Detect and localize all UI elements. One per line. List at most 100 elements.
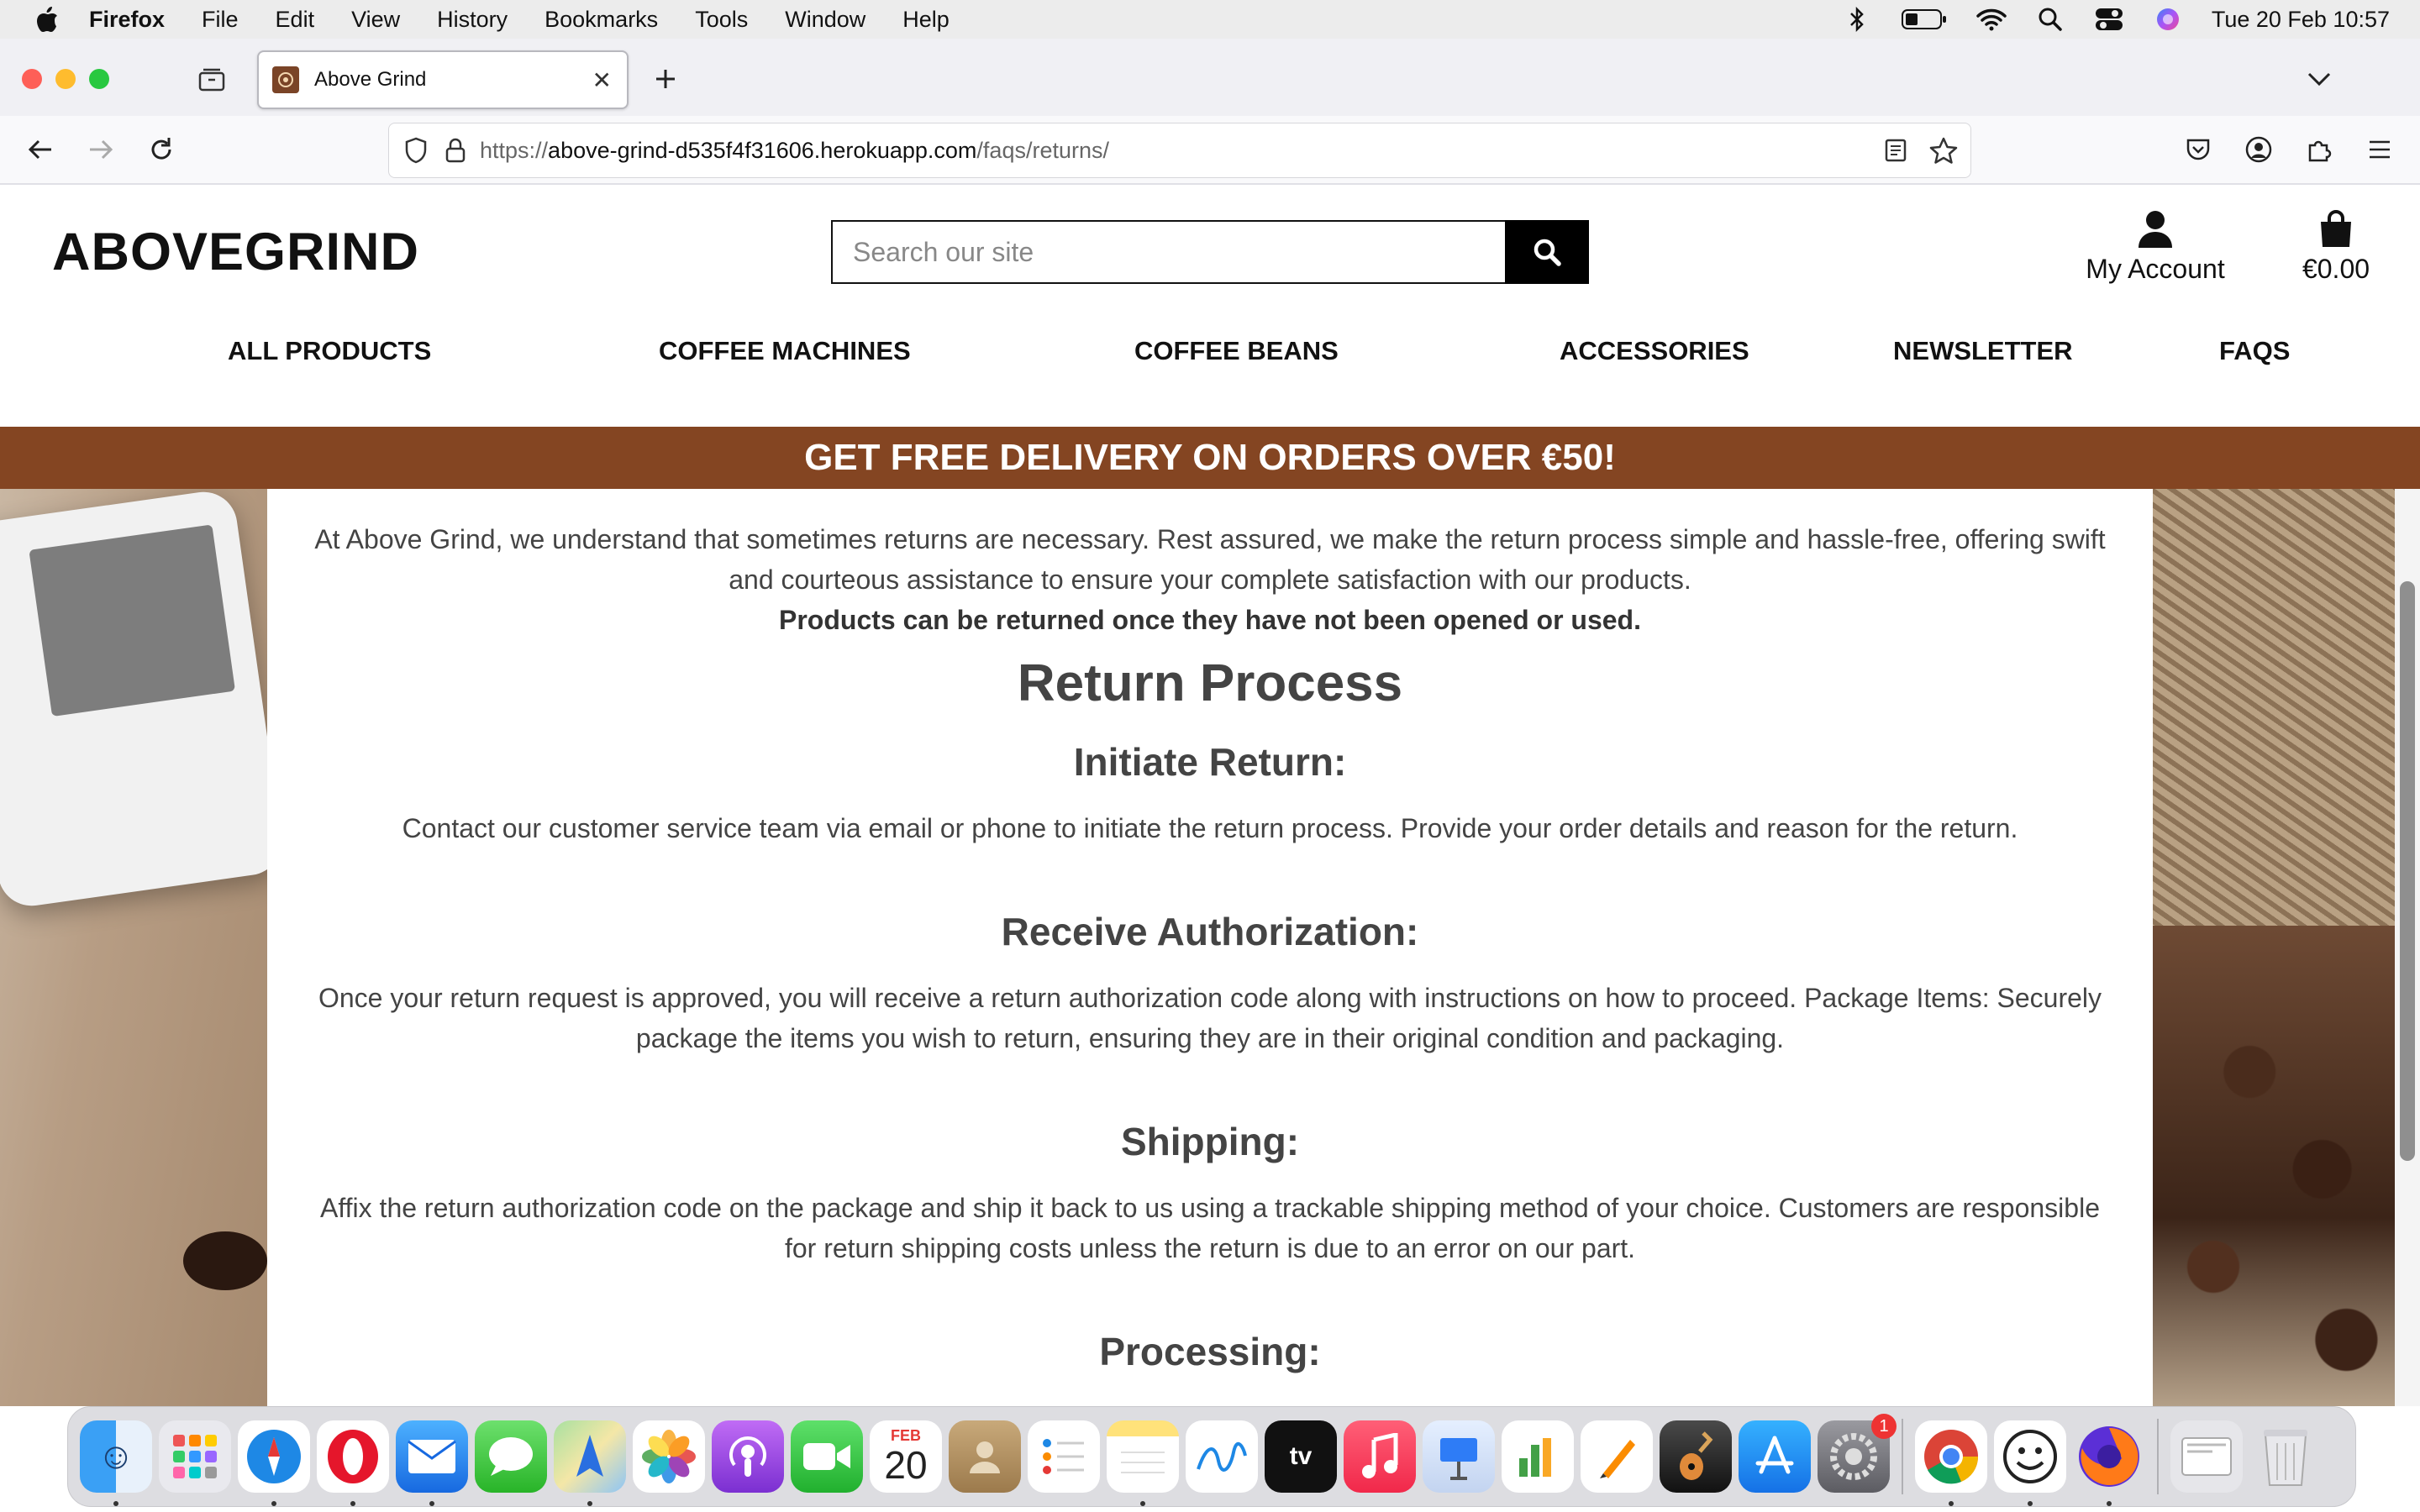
nav-coffee-machines[interactable]: COFFEE MACHINES bbox=[659, 336, 911, 366]
menu-tools[interactable]: Tools bbox=[695, 7, 748, 33]
apple-menu-icon[interactable] bbox=[30, 3, 64, 36]
tab-close-icon[interactable]: ✕ bbox=[592, 66, 612, 94]
downloads-stack-icon[interactable] bbox=[2170, 1420, 2243, 1493]
section-title: Shipping: bbox=[1120, 1120, 1300, 1163]
browser-tab-active[interactable]: Above Grind ✕ bbox=[257, 50, 629, 109]
nav-newsletter[interactable]: NEWSLETTER bbox=[1893, 336, 2073, 366]
user-icon bbox=[2139, 211, 2172, 248]
intro-paragraph-line-2: and courteous assistance to ensure your … bbox=[729, 564, 1691, 595]
section-text: Affix the return authorization code on t… bbox=[320, 1193, 2100, 1223]
numbers-icon[interactable] bbox=[1502, 1420, 1574, 1493]
garageband-icon[interactable] bbox=[1660, 1420, 1732, 1493]
trash-icon[interactable] bbox=[2249, 1420, 2322, 1493]
main-navigation: ALL PRODUCTS COFFEE MACHINES COFFEE BEAN… bbox=[0, 336, 2420, 386]
notes-icon[interactable] bbox=[1107, 1420, 1179, 1506]
url-text[interactable]: https://above-grind-d535f4f31606.herokua… bbox=[480, 138, 1109, 164]
mail-icon[interactable] bbox=[396, 1420, 468, 1506]
site-favicon-icon bbox=[272, 66, 299, 93]
address-bar[interactable]: https://above-grind-d535f4f31606.herokua… bbox=[388, 123, 1971, 178]
facetime-icon[interactable] bbox=[791, 1420, 863, 1493]
menu-file[interactable]: File bbox=[202, 7, 239, 33]
finder-icon[interactable]: ☺ bbox=[80, 1420, 152, 1506]
tracking-protection-shield-icon[interactable] bbox=[401, 135, 431, 165]
contacts-icon[interactable] bbox=[949, 1420, 1021, 1493]
app-store-icon[interactable] bbox=[1739, 1420, 1811, 1493]
wifi-icon[interactable] bbox=[1976, 6, 2007, 33]
opera-icon[interactable] bbox=[317, 1420, 389, 1506]
section-title: Processing: bbox=[1099, 1330, 1321, 1373]
menu-window[interactable]: Window bbox=[785, 7, 865, 33]
page-scrollbar-thumb[interactable] bbox=[2400, 581, 2415, 1161]
reminders-icon[interactable] bbox=[1028, 1420, 1100, 1493]
keynote-icon[interactable] bbox=[1423, 1420, 1495, 1493]
spotlight-search-icon[interactable] bbox=[2035, 6, 2065, 33]
calendar-icon[interactable]: FEB 20 bbox=[870, 1420, 942, 1493]
lock-icon[interactable] bbox=[443, 135, 468, 165]
site-logo[interactable]: ABOVEGRIND bbox=[52, 222, 419, 282]
photos-icon[interactable] bbox=[633, 1420, 705, 1493]
section-text: for return shipping costs unless the ret… bbox=[784, 1233, 1636, 1263]
menu-edit[interactable]: Edit bbox=[276, 7, 315, 33]
bookmark-star-icon[interactable] bbox=[1928, 135, 1959, 165]
cart-total: €0.00 bbox=[2302, 254, 2370, 284]
freeform-icon[interactable] bbox=[1186, 1420, 1258, 1493]
podcasts-icon[interactable] bbox=[712, 1420, 784, 1493]
safari-icon[interactable] bbox=[238, 1420, 310, 1506]
my-account-label: My Account bbox=[2086, 254, 2225, 284]
intro-paragraph-line-1: At Above Grind, we understand that somet… bbox=[314, 524, 2106, 554]
macos-menu-bar: Firefox File Edit View History Bookmarks… bbox=[0, 0, 2420, 39]
menu-bookmarks[interactable]: Bookmarks bbox=[544, 7, 658, 33]
new-tab-icon[interactable] bbox=[649, 62, 682, 96]
magnifier-icon bbox=[1534, 239, 1561, 266]
forward-icon[interactable] bbox=[84, 133, 118, 166]
firefox-account-icon[interactable] bbox=[2242, 133, 2275, 166]
nav-all-products[interactable]: ALL PRODUCTS bbox=[228, 336, 431, 366]
back-icon[interactable] bbox=[24, 133, 57, 166]
nav-faqs[interactable]: FAQS bbox=[2219, 336, 2290, 366]
google-chrome-icon[interactable] bbox=[1915, 1420, 1987, 1506]
menu-view[interactable]: View bbox=[351, 7, 400, 33]
siri-icon[interactable] bbox=[2153, 6, 2183, 33]
site-search-input[interactable]: Search our site bbox=[831, 220, 1505, 284]
list-all-tabs-icon[interactable] bbox=[2302, 62, 2336, 96]
menu-history[interactable]: History bbox=[437, 7, 508, 33]
pocket-icon[interactable] bbox=[2181, 133, 2215, 166]
menu-bar-clock[interactable]: Tue 20 Feb 10:57 bbox=[2212, 7, 2390, 33]
tab-title: Above Grind bbox=[314, 68, 427, 91]
dock-divider bbox=[2157, 1419, 2159, 1494]
window-close-button[interactable] bbox=[22, 69, 42, 89]
nav-coffee-beans[interactable]: COFFEE BEANS bbox=[1134, 336, 1339, 366]
smiley-app-icon[interactable] bbox=[1994, 1420, 2066, 1506]
my-account-link[interactable]: My Account bbox=[2067, 210, 2244, 285]
extensions-icon[interactable] bbox=[2302, 133, 2336, 166]
reload-icon[interactable] bbox=[145, 133, 178, 166]
window-minimize-button[interactable] bbox=[55, 69, 76, 89]
menu-help[interactable]: Help bbox=[902, 7, 950, 33]
nav-accessories[interactable]: ACCESSORIES bbox=[1560, 336, 1749, 366]
messages-icon[interactable] bbox=[475, 1420, 547, 1493]
site-search-button[interactable] bbox=[1505, 220, 1589, 284]
app-menu-hamburger-icon[interactable] bbox=[2363, 133, 2396, 166]
menu-firefox[interactable]: Firefox bbox=[89, 7, 165, 33]
pages-icon[interactable] bbox=[1581, 1420, 1653, 1493]
free-delivery-banner: GET FREE DELIVERY ON ORDERS OVER €50! bbox=[0, 427, 2420, 489]
music-icon[interactable] bbox=[1344, 1420, 1416, 1493]
launchpad-icon[interactable] bbox=[159, 1420, 231, 1493]
background-image-right bbox=[2153, 489, 2395, 1406]
dock-divider bbox=[1902, 1419, 1903, 1494]
reader-view-icon[interactable] bbox=[1881, 136, 1910, 165]
battery-icon[interactable] bbox=[1901, 6, 1948, 33]
window-zoom-button[interactable] bbox=[89, 69, 109, 89]
bluetooth-icon[interactable] bbox=[1842, 6, 1872, 33]
system-settings-icon[interactable]: 1 bbox=[1818, 1414, 1897, 1493]
firefox-icon[interactable] bbox=[2073, 1420, 2145, 1506]
site-search-form: Search our site bbox=[831, 220, 1589, 284]
section-text: Once your return request is approved, yo… bbox=[318, 983, 2102, 1013]
maps-icon[interactable] bbox=[554, 1420, 626, 1506]
shopping-bag-icon bbox=[2321, 210, 2351, 247]
control-center-icon[interactable] bbox=[2094, 6, 2124, 33]
shopping-bag-link[interactable]: €0.00 bbox=[2286, 210, 2386, 285]
section-title: Receive Authorization: bbox=[1001, 910, 1419, 953]
apple-tv-icon[interactable]: tv bbox=[1265, 1420, 1337, 1493]
tab-overview-icon[interactable] bbox=[195, 62, 229, 96]
